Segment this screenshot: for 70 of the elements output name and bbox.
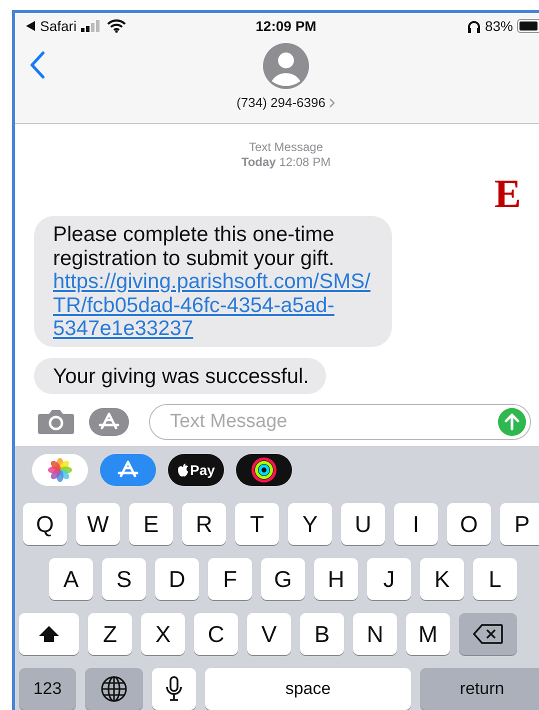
letter-key[interactable]: L [473, 558, 517, 600]
letter-key[interactable]: B [300, 613, 344, 655]
camera-icon [37, 409, 75, 435]
letter-key[interactable]: R [182, 503, 226, 545]
message-link[interactable]: https://giving.parishsoft.com/SMS/TR/fcb05dad-46fc-4354-a5ad-5347e1e33237 [53, 270, 375, 340]
letter-key[interactable]: X [141, 613, 185, 655]
return-key[interactable]: return [420, 668, 539, 710]
letter-key[interactable]: K [420, 558, 464, 600]
day-label: Today [241, 155, 276, 169]
letter-key[interactable]: J [367, 558, 411, 600]
flower-icon [48, 458, 72, 482]
space-key[interactable]: space [205, 668, 411, 710]
back-arrow-icon [25, 20, 36, 32]
pay-button[interactable]: Pay [168, 454, 224, 486]
apple-icon [177, 463, 190, 477]
battery-percentage: 83% [484, 18, 513, 34]
letter-key[interactable]: F [208, 558, 252, 600]
letter-key[interactable]: W [76, 503, 120, 545]
service-label: Text Message [248, 140, 324, 155]
activity-button[interactable] [236, 454, 292, 486]
status-time: 12:09 PM [256, 18, 316, 34]
numbers-key[interactable]: 123 [19, 668, 76, 710]
battery-icon [517, 19, 539, 33]
message-field[interactable]: Text Message [149, 404, 531, 440]
globe-icon [100, 675, 128, 703]
chevron-right-icon [329, 98, 336, 108]
avatar-icon [263, 43, 309, 89]
camera-button[interactable] [37, 409, 75, 435]
back-app-label[interactable]: Safari [40, 18, 77, 34]
letter-key[interactable]: N [353, 613, 397, 655]
letter-key[interactable]: O [447, 503, 491, 545]
letter-key[interactable]: G [261, 558, 305, 600]
send-icon[interactable] [498, 408, 526, 436]
letter-key[interactable]: E [129, 503, 173, 545]
chevron-left-icon [29, 51, 45, 79]
letter-key[interactable]: M [406, 613, 450, 655]
message-text: Your giving was successful. [53, 364, 310, 388]
message-text: Please complete this one-time registration to submit your gift. [53, 223, 334, 270]
letter-key[interactable]: Y [288, 503, 332, 545]
letter-key[interactable]: V [247, 613, 291, 655]
letter-key[interactable]: S [102, 558, 146, 600]
photos-app-button[interactable] [32, 454, 88, 486]
time-label: 12:08 PM [279, 155, 331, 169]
app-store-icon [98, 412, 120, 432]
app-store-button[interactable] [100, 454, 156, 486]
figure-label: E [494, 174, 521, 214]
app-store-icon [117, 460, 139, 480]
shift-key[interactable] [19, 613, 79, 655]
microphone-key[interactable] [152, 668, 196, 710]
headphones-icon [466, 20, 481, 32]
wifi-icon [106, 19, 126, 33]
contact-button[interactable]: (734) 294-6396 [236, 95, 336, 110]
microphone-icon [166, 676, 182, 702]
letter-key[interactable]: A [49, 558, 93, 600]
delete-key[interactable] [459, 613, 517, 655]
letter-key[interactable]: P [500, 503, 539, 545]
message-input[interactable]: Text Message [168, 410, 498, 434]
letter-key[interactable]: H [314, 558, 358, 600]
letter-key[interactable]: I [394, 503, 438, 545]
shift-icon [38, 625, 60, 643]
letter-key[interactable]: T [235, 503, 279, 545]
letter-key[interactable]: D [155, 558, 199, 600]
letter-key[interactable]: Q [23, 503, 67, 545]
backspace-icon [473, 624, 503, 644]
letter-key[interactable]: U [341, 503, 385, 545]
rings-icon [251, 457, 277, 483]
letter-key[interactable]: C [194, 613, 238, 655]
apps-button[interactable] [89, 408, 129, 436]
letter-key[interactable]: Z [88, 613, 132, 655]
globe-key[interactable] [85, 668, 143, 710]
